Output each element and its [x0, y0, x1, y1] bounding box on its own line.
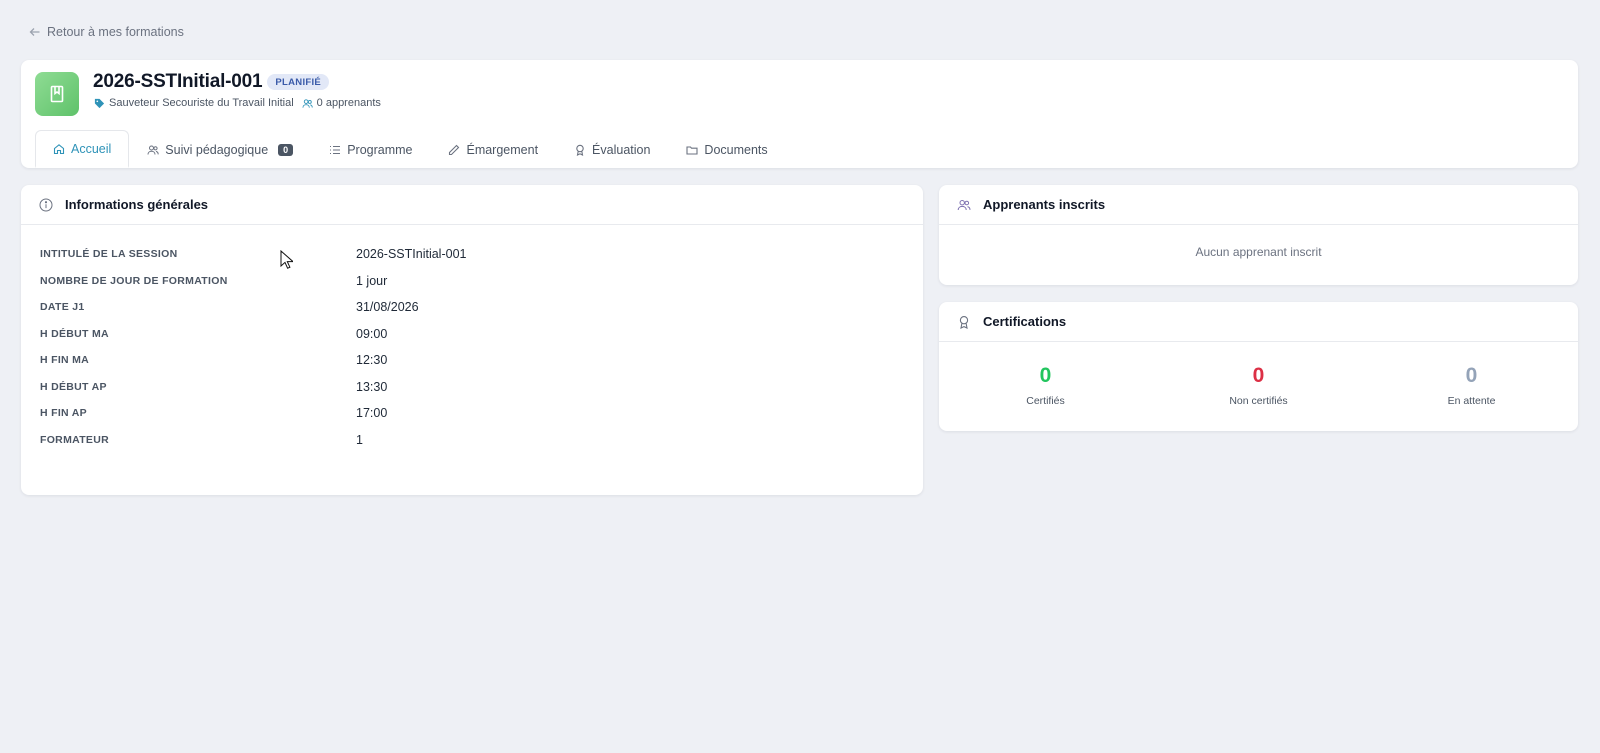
- info-label: FORMATEUR: [40, 433, 109, 446]
- tab-label: Programme: [347, 142, 413, 157]
- tab-evaluation[interactable]: Évaluation: [556, 130, 668, 168]
- stat-value: 0: [1252, 364, 1265, 387]
- page-title: 2026-SSTInitial-001: [93, 71, 263, 92]
- folder-icon: [686, 145, 698, 155]
- stat-pending: 0 En attente: [1372, 363, 1572, 407]
- learners-count: 0 apprenants: [316, 97, 381, 109]
- pencil-icon: [449, 144, 460, 155]
- general-info-card: Informations générales INTITULÉ DE LA SE…: [21, 185, 923, 495]
- info-value: 12:30: [356, 353, 388, 368]
- tab-label: Suivi pédagogique: [165, 142, 269, 157]
- info-row: H FIN AP 17:00: [21, 400, 923, 427]
- info-icon: [39, 198, 53, 211]
- info-value: 1: [356, 432, 363, 447]
- tab-label: Accueil: [71, 141, 112, 156]
- book-icon: [50, 85, 64, 103]
- tab-accueil[interactable]: Accueil: [35, 130, 130, 168]
- session-header: 2026-SSTInitial-001 PLANIFIÉ Sauveteur S…: [21, 60, 1578, 168]
- users-icon: [302, 98, 313, 108]
- info-label: H DÉBUT AP: [40, 380, 107, 393]
- info-label: H DÉBUT MA: [40, 327, 109, 340]
- empty-state-text: Aucun apprenant inscrit: [1195, 245, 1322, 259]
- course-name: Sauveteur Secouriste du Travail Initial: [109, 97, 294, 109]
- stat-certified: 0 Certifiés: [946, 363, 1146, 407]
- info-row: H DÉBUT AP 13:30: [21, 374, 923, 401]
- users-icon: [147, 145, 159, 155]
- tab-bar: Accueil Suivi pédagogique 0 Programme Ém…: [35, 130, 786, 168]
- card-title: Informations générales: [65, 197, 209, 212]
- stat-not-certified: 0 Non certifiés: [1159, 363, 1359, 407]
- tab-suivi-pedagogique[interactable]: Suivi pédagogique 0: [129, 130, 311, 168]
- card-title: Apprenants inscrits: [983, 197, 1106, 212]
- back-link[interactable]: Retour à mes formations: [29, 25, 184, 39]
- mouse-cursor-icon: [280, 250, 293, 269]
- count-badge: 0: [278, 143, 294, 156]
- award-icon: [959, 315, 969, 329]
- info-value: 1 jour: [356, 273, 388, 288]
- info-row: H FIN MA 12:30: [21, 347, 923, 374]
- tab-label: Émargement: [466, 142, 539, 157]
- stat-value: 0: [1465, 364, 1478, 387]
- info-row: INTITULÉ DE LA SESSION 2026-SSTInitial-0…: [21, 241, 923, 268]
- info-label: H FIN MA: [40, 354, 90, 367]
- stat-label: En attente: [1447, 395, 1496, 407]
- stat-value: 0: [1039, 364, 1052, 387]
- course-icon: [35, 72, 79, 116]
- info-row: DATE J1 31/08/2026: [21, 294, 923, 321]
- info-label: INTITULÉ DE LA SESSION: [40, 248, 178, 261]
- info-label: H FIN AP: [40, 407, 87, 420]
- tab-documents[interactable]: Documents: [668, 130, 785, 168]
- enrolled-learners-card: Apprenants inscrits Aucun apprenant insc…: [939, 185, 1578, 285]
- certifications-card: Certifications 0 Certifiés 0 Non certifi…: [939, 302, 1578, 431]
- info-row: FORMATEUR 1: [21, 427, 923, 454]
- info-row: NOMBRE DE JOUR DE FORMATION 1 jour: [21, 268, 923, 295]
- info-value: 17:00: [356, 406, 388, 421]
- arrow-left-icon: [29, 28, 40, 36]
- back-link-label: Retour à mes formations: [47, 25, 184, 39]
- card-title: Certifications: [983, 314, 1067, 329]
- info-value: 13:30: [356, 379, 388, 394]
- stat-label: Certifiés: [1026, 395, 1065, 407]
- info-label: NOMBRE DE JOUR DE FORMATION: [40, 274, 228, 287]
- info-value: 09:00: [356, 326, 388, 341]
- certification-stats: 0 Certifiés 0 Non certifiés 0 En attente: [939, 342, 1578, 407]
- stat-label: Non certifiés: [1229, 395, 1288, 407]
- tab-programme[interactable]: Programme: [311, 130, 430, 168]
- tab-label: Évaluation: [592, 142, 651, 157]
- info-value: 2026-SSTInitial-001: [356, 247, 467, 262]
- users-icon: [957, 199, 971, 210]
- info-label: DATE J1: [40, 301, 85, 314]
- tab-emargement[interactable]: Émargement: [430, 130, 556, 168]
- list-icon: [330, 145, 341, 154]
- tag-icon: [94, 98, 105, 108]
- info-list: INTITULÉ DE LA SESSION 2026-SSTInitial-0…: [21, 225, 923, 453]
- info-value: 31/08/2026: [356, 300, 419, 315]
- info-row: H DÉBUT MA 09:00: [21, 321, 923, 348]
- award-icon: [576, 144, 584, 156]
- tab-label: Documents: [704, 142, 768, 157]
- status-badge: PLANIFIÉ: [267, 74, 330, 90]
- home-icon: [53, 143, 65, 154]
